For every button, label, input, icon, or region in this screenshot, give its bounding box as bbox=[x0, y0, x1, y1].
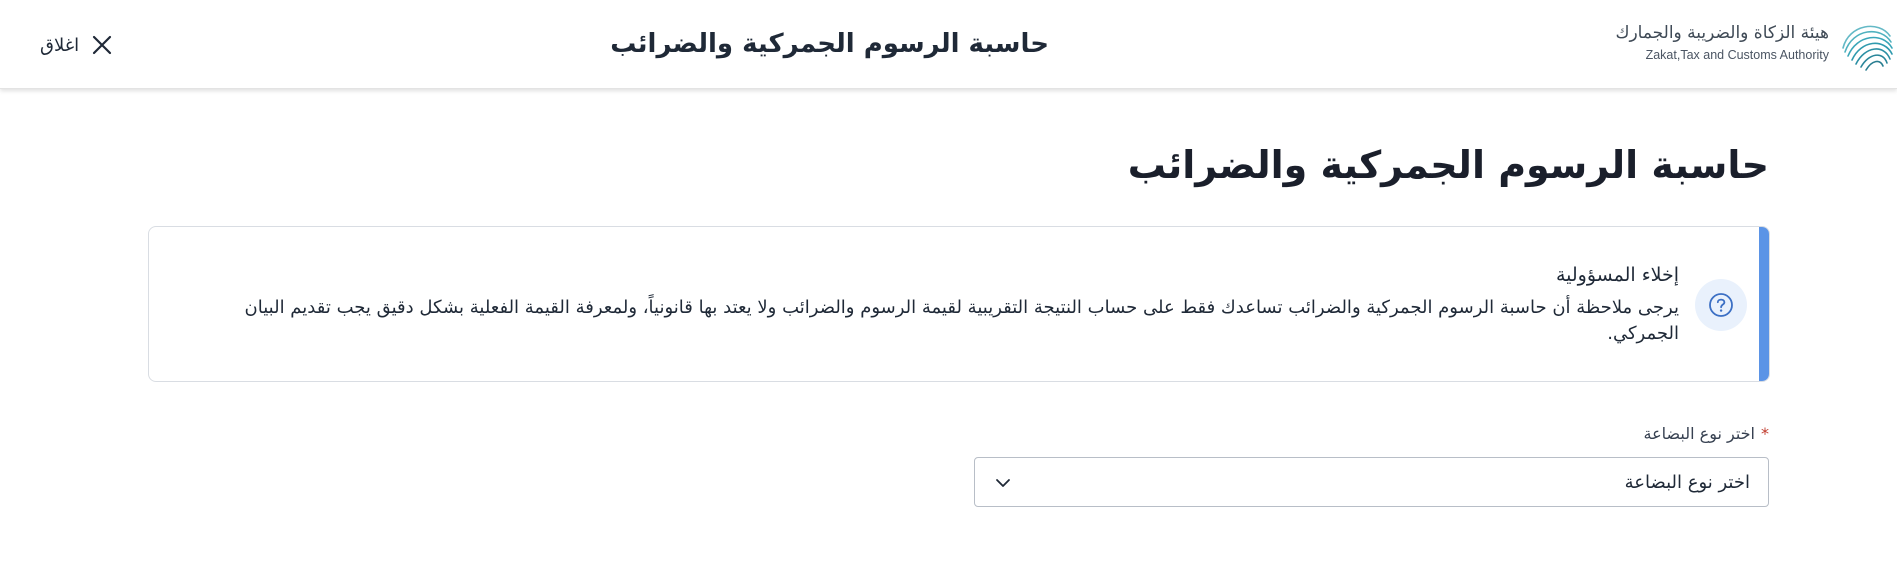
brand-name-arabic: هيئة الزكاة والضريبة والجمارك bbox=[1615, 23, 1829, 43]
close-button[interactable]: اغلاق bbox=[40, 28, 122, 62]
close-label: اغلاق bbox=[40, 34, 80, 56]
disclaimer-title: إخلاء المسؤولية bbox=[1555, 264, 1679, 286]
goods-type-label-text: اختر نوع البضاعة bbox=[1643, 424, 1755, 443]
goods-type-select[interactable]: اختر نوع البضاعة bbox=[974, 457, 1769, 507]
question-circle-icon bbox=[1709, 293, 1733, 317]
notice-accent-stripe bbox=[1759, 227, 1769, 381]
top-bar: هيئة الزكاة والضريبة والجمارك Zakat,Tax … bbox=[0, 0, 1897, 89]
disclaimer-text: يرجى ملاحظة أن حاسبة الرسوم الجمركية وال… bbox=[244, 297, 1679, 344]
brand-name-english: Zakat,Tax and Customs Authority bbox=[1645, 48, 1829, 62]
required-mark: * bbox=[1761, 424, 1769, 443]
page-title: حاسبة الرسوم الجمركية والضرائب bbox=[1127, 143, 1769, 187]
chevron-down-icon bbox=[996, 479, 1010, 487]
info-icon-badge bbox=[1695, 279, 1747, 331]
zatca-emblem-icon bbox=[1842, 25, 1893, 71]
header-title: حاسبة الرسوم الجمركية والضرائب bbox=[610, 29, 1049, 59]
goods-type-selected-value: اختر نوع البضاعة bbox=[1624, 472, 1750, 493]
brand-logo[interactable]: هيئة الزكاة والضريبة والجمارك Zakat,Tax … bbox=[1597, 14, 1897, 76]
disclaimer-notice: إخلاء المسؤولية يرجى ملاحظة أن حاسبة الر… bbox=[148, 226, 1770, 382]
goods-type-label: * اختر نوع البضاعة bbox=[1644, 422, 1769, 446]
close-icon bbox=[93, 35, 112, 55]
